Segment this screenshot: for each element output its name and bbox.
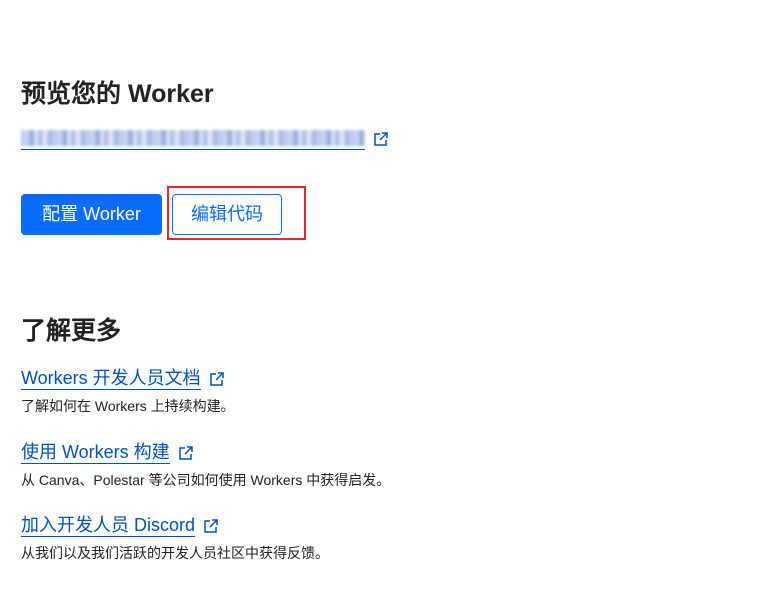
resource-item-docs: Workers 开发人员文档 了解如何在 Workers 上持续构建。 xyxy=(21,366,235,415)
edit-code-button[interactable]: 编辑代码 xyxy=(172,194,282,235)
action-buttons: 配置 Worker xyxy=(21,194,162,235)
discord-link[interactable]: 加入开发人员 Discord xyxy=(21,515,196,537)
preview-url-row xyxy=(21,126,389,152)
external-link-icon[interactable] xyxy=(203,518,219,534)
resource-description: 了解如何在 Workers 上持续构建。 xyxy=(21,398,235,414)
redacted-url-blur xyxy=(21,130,365,146)
learn-more-title: 了解更多 xyxy=(21,317,122,345)
resource-item-build: 使用 Workers 构建 从 Canva、Polestar 等公司如何使用 W… xyxy=(21,440,390,489)
preview-title: 预览您的 Worker xyxy=(21,80,214,108)
page: 预览您的 Worker 配置 Worker 编辑代码 了解更多 Workers … xyxy=(0,0,759,598)
external-link-icon[interactable] xyxy=(209,371,225,387)
resource-description: 从我们以及我们活跃的开发人员社区中获得反馈。 xyxy=(21,545,329,561)
build-with-workers-link[interactable]: 使用 Workers 构建 xyxy=(21,442,170,464)
resource-item-discord: 加入开发人员 Discord 从我们以及我们活跃的开发人员社区中获得反馈。 xyxy=(21,513,329,562)
external-link-icon[interactable] xyxy=(178,445,194,461)
resource-description: 从 Canva、Polestar 等公司如何使用 Workers 中获得启发。 xyxy=(21,472,391,488)
url-underline xyxy=(21,149,365,150)
configure-worker-button[interactable]: 配置 Worker xyxy=(21,194,162,235)
workers-docs-link[interactable]: Workers 开发人员文档 xyxy=(21,368,201,390)
external-link-icon[interactable] xyxy=(373,131,389,147)
preview-url-link[interactable] xyxy=(21,128,365,150)
